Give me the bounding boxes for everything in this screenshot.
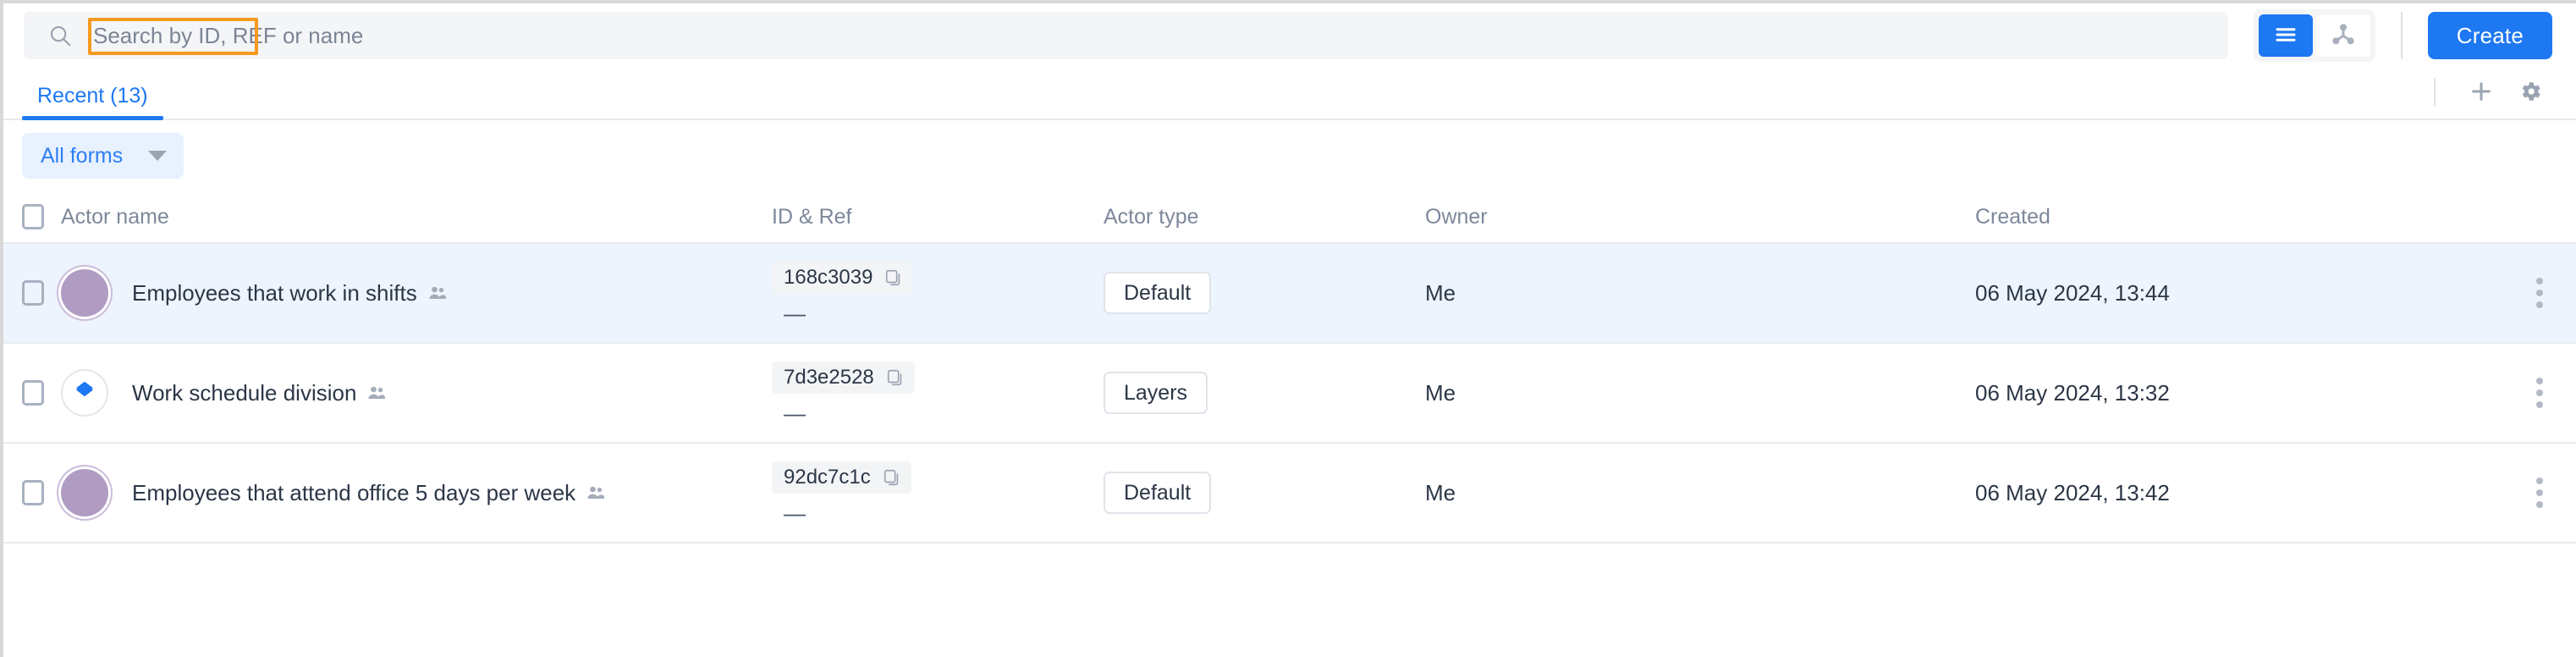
row-actions-cell [2503, 371, 2576, 415]
id-ref-cell: 7d3e2528 — [772, 362, 1104, 424]
created-cell: 06 May 2024, 13:32 [1975, 379, 2170, 406]
kebab-menu-icon[interactable] [2529, 271, 2550, 315]
create-button[interactable]: Create [2427, 12, 2552, 59]
actor-name-text: Employees that work in shifts [132, 279, 417, 306]
tab-recent[interactable]: Recent (13) [22, 66, 163, 120]
column-header-id-ref[interactable]: ID & Ref [772, 205, 1104, 229]
filter-bar: All forms [3, 120, 2576, 191]
list-view-icon [2273, 22, 2298, 50]
ref-text: — [784, 500, 806, 526]
owner-cell: Me [1425, 279, 1456, 306]
row-checkbox[interactable] [22, 380, 44, 406]
created-cell: 06 May 2024, 13:44 [1975, 279, 2170, 306]
actor-type-cell: Default [1104, 472, 1425, 514]
id-text: 92dc7c1c [784, 466, 871, 489]
forms-filter-dropdown[interactable]: All forms [22, 133, 184, 179]
row-select-cell [3, 280, 61, 306]
forms-filter-label: All forms [41, 143, 124, 168]
actors-table: Actor name ID & Ref Actor type Owner Cre… [3, 191, 2576, 544]
kebab-menu-icon[interactable] [2529, 471, 2550, 515]
table-row[interactable]: Employees that work in shifts 168c3039 —… [3, 244, 2576, 344]
tab-bar: Recent (13) [3, 68, 2576, 120]
column-header-created[interactable]: Created [1975, 205, 2503, 229]
id-chip[interactable]: 92dc7c1c [772, 461, 911, 494]
search-field[interactable] [24, 12, 2228, 59]
copy-icon[interactable] [883, 468, 901, 487]
actor-name-label[interactable]: Employees that work in shifts [132, 280, 448, 306]
add-button[interactable] [2459, 70, 2503, 114]
owner-cell: Me [1425, 379, 1456, 406]
avatar [61, 369, 108, 417]
row-select-cell [3, 480, 61, 505]
search-input[interactable] [88, 17, 2228, 54]
id-chip[interactable]: 7d3e2528 [772, 362, 915, 394]
search-input-wrap [88, 12, 2228, 59]
id-stack: 92dc7c1c — [772, 461, 1104, 524]
people-icon [586, 483, 606, 503]
owner-cell: Me [1425, 479, 1456, 505]
actors-list-page: Create Recent (13) [0, 0, 2576, 657]
copy-icon[interactable] [884, 268, 903, 287]
kebab-menu-icon[interactable] [2529, 371, 2550, 415]
table-header-row: Actor name ID & Ref Actor type Owner Cre… [3, 191, 2576, 244]
search-toolbar: Create [3, 3, 2576, 68]
list-view-button[interactable] [2258, 14, 2313, 57]
view-toggle-group [2253, 9, 2375, 62]
column-header-owner[interactable]: Owner [1425, 205, 1975, 229]
column-header-actor-type[interactable]: Actor type [1104, 205, 1425, 229]
row-actions-cell [2503, 271, 2576, 315]
tab-actions-divider [2434, 78, 2436, 107]
ref-text: — [784, 301, 806, 326]
column-header-actor-name[interactable]: Actor name [61, 205, 772, 229]
row-actions-cell [2503, 471, 2576, 515]
actor-name-text: Work schedule division [132, 379, 357, 406]
actor-name-text: Employees that attend office 5 days per … [132, 479, 576, 505]
settings-button[interactable] [2508, 70, 2552, 114]
created-cell: 06 May 2024, 13:42 [1975, 479, 2170, 505]
select-all-checkbox[interactable] [22, 204, 44, 229]
actor-type-badge[interactable]: Default [1104, 272, 1212, 314]
row-checkbox[interactable] [22, 480, 44, 505]
actor-type-badge[interactable]: Default [1104, 472, 1212, 514]
id-ref-cell: 168c3039 — [772, 262, 1104, 324]
actor-type-badge[interactable]: Layers [1104, 372, 1208, 414]
gear-icon [2518, 79, 2543, 107]
graph-view-icon [2330, 21, 2357, 51]
actor-name-cell: Employees that work in shifts [61, 269, 772, 317]
people-icon [427, 283, 448, 303]
ref-text: — [784, 400, 806, 426]
actor-type-cell: Default [1104, 272, 1425, 314]
id-text: 7d3e2528 [784, 366, 874, 389]
table-row[interactable]: Employees that attend office 5 days per … [3, 444, 2576, 544]
id-stack: 7d3e2528 — [772, 362, 1104, 424]
chevron-down-icon [148, 151, 168, 161]
actor-name-label[interactable]: Work schedule division [132, 380, 387, 406]
table-row[interactable]: Work schedule division 7d3e2528 — Layers… [3, 344, 2576, 444]
people-icon [366, 383, 387, 403]
id-stack: 168c3039 — [772, 262, 1104, 324]
id-ref-cell: 92dc7c1c — [772, 461, 1104, 524]
graph-view-button[interactable] [2315, 14, 2370, 57]
select-all-cell [3, 204, 61, 229]
tab-list: Recent (13) [3, 66, 163, 120]
row-checkbox[interactable] [22, 280, 44, 306]
tab-actions [2434, 66, 2552, 119]
avatar [61, 469, 108, 516]
layers-icon [72, 378, 97, 408]
plus-icon [2468, 78, 2495, 108]
id-text: 168c3039 [784, 266, 873, 289]
row-select-cell [3, 380, 61, 406]
actor-name-cell: Work schedule division [61, 369, 772, 417]
avatar [61, 269, 108, 317]
actor-name-cell: Employees that attend office 5 days per … [61, 469, 772, 516]
search-icon [46, 21, 74, 50]
actor-type-cell: Layers [1104, 372, 1425, 414]
actor-name-label[interactable]: Employees that attend office 5 days per … [132, 480, 606, 506]
toolbar-divider [2400, 12, 2403, 59]
id-chip[interactable]: 168c3039 [772, 262, 914, 294]
copy-icon[interactable] [886, 368, 905, 387]
